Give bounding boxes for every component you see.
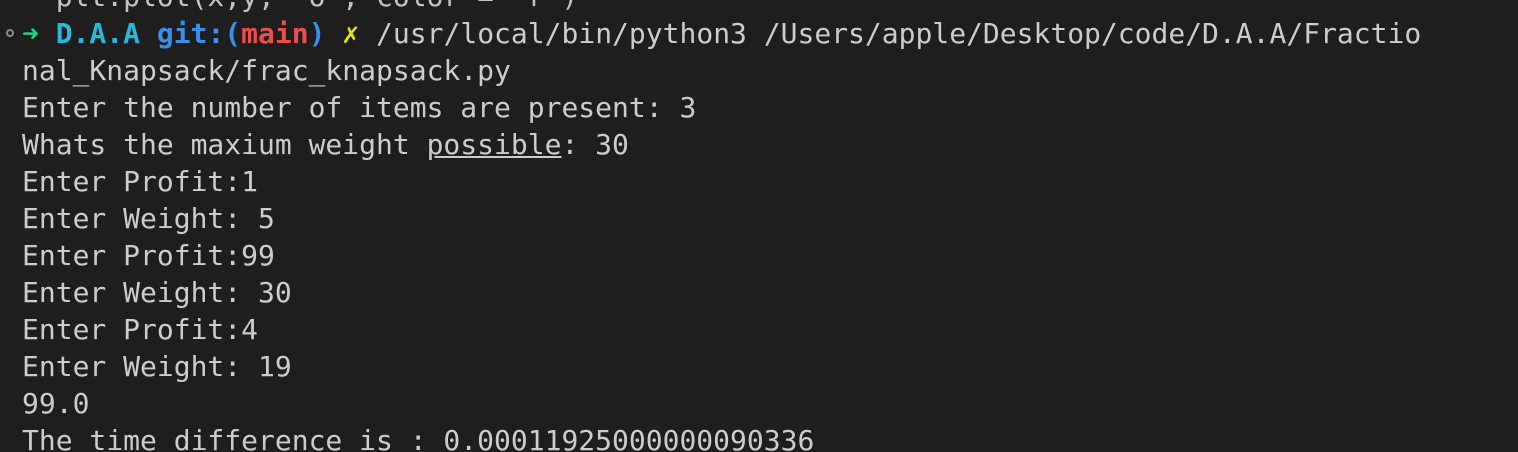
output-text: Whats the maxium weight xyxy=(22,128,427,161)
terminal-output: plt.plot(x,y, 'o', color = 'r') ➜ D.A.A … xyxy=(6,0,1518,452)
command-marker-icon xyxy=(6,29,14,37)
output-line: Enter Weight: 30 xyxy=(22,276,292,309)
terminal-line-previous: plt.plot(x,y, 'o', color = 'r') xyxy=(22,0,1518,15)
command-text: /usr/local/bin/python3 /Users/apple/Desk… xyxy=(376,17,1422,50)
output-line: 99.0 xyxy=(22,387,90,420)
output-line: Enter Profit:1 xyxy=(22,165,259,198)
prompt-git-close: ) xyxy=(308,17,326,50)
output-line: Enter the number of items are present: 3 xyxy=(22,91,697,124)
output-line: Enter Weight: 5 xyxy=(22,202,275,235)
output-link-text[interactable]: possible xyxy=(427,128,562,161)
output-text: : 30 xyxy=(561,128,629,161)
prompt-arrow-icon: ➜ xyxy=(22,17,39,50)
output-line: Enter Profit:4 xyxy=(22,313,259,346)
output-line: Enter Profit:99 xyxy=(22,239,275,272)
prompt-git-label: git:( xyxy=(156,17,242,50)
terminal-window[interactable]: plt.plot(x,y, 'o', color = 'r') ➜ D.A.A … xyxy=(0,0,1518,452)
output-line: Whats the maxium weight possible: 30 xyxy=(22,126,1518,163)
output-line: Enter Weight: 19 xyxy=(22,350,292,383)
prompt-git-branch: main xyxy=(241,17,309,50)
terminal-prompt: ➜ D.A.A git:(main) ✗ /usr/local/bin/pyth… xyxy=(6,15,1518,52)
prompt-directory: D.A.A xyxy=(55,17,141,50)
command-text-wrapped: nal_Knapsack/frac_knapsack.py xyxy=(22,54,511,87)
output-line: The time difference is : 0.0001192500000… xyxy=(22,424,815,452)
prompt-dirty-icon: ✗ xyxy=(342,17,360,50)
